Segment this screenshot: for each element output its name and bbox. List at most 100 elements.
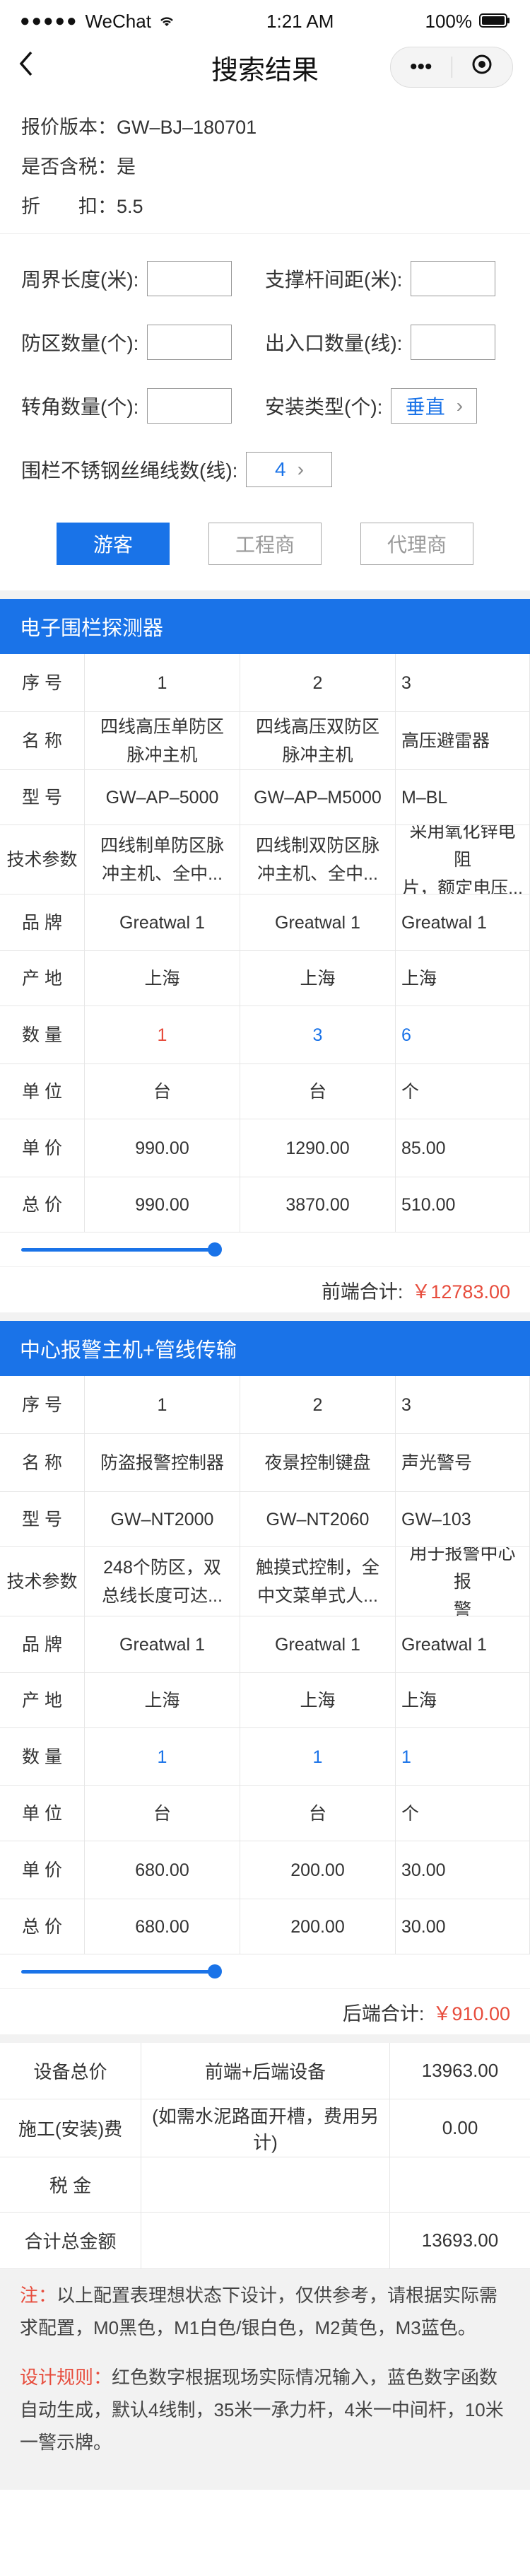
table-cell: 个	[396, 1064, 530, 1119]
agent-button[interactable]: 代理商	[360, 523, 473, 565]
battery-percent: 100%	[425, 10, 473, 32]
back-arrow-icon[interactable]	[17, 49, 34, 86]
table-cell: 上海	[85, 951, 240, 1006]
wires-field: 围栏不锈钢丝绳线数(线): 4 ›	[21, 452, 509, 487]
table-cell: Greatwal 1	[85, 1616, 240, 1673]
row-label: 产 地	[0, 951, 85, 1006]
note: 注：以上配置表理想状态下设计，仅供参考，请根据实际需求配置，M0黑色，M1白色/…	[20, 2279, 510, 2344]
note-text: 以上配置表理想状态下设计，仅供参考，请根据实际需求配置，M0黑色，M1白色/银白…	[20, 2285, 498, 2338]
table-cell: 四线制单防区脉 冲主机、全中...	[85, 825, 240, 894]
corners-label: 转角数量(个):	[21, 396, 139, 418]
parameter-form: 周界长度(米): 支撑杆间距(米): 防区数量(个): 出入口数量(线): 转角…	[0, 234, 530, 501]
table-cell[interactable]: 6	[396, 1006, 530, 1064]
scrollbar-thumb[interactable]	[208, 1242, 222, 1257]
pole-label: 支撑杆间距(米):	[265, 269, 403, 291]
table-cell: 200.00	[240, 1899, 396, 1954]
scrollbar-track	[21, 1248, 216, 1252]
table-cell: 四线制双防区脉 冲主机、全中...	[240, 825, 396, 894]
signal-icon: ●●●●●	[20, 11, 78, 30]
table-cell: 3	[396, 1376, 530, 1434]
zones-input[interactable]	[147, 325, 232, 360]
row-label: 单 价	[0, 1119, 85, 1177]
pole-spacing-input[interactable]	[411, 261, 496, 296]
table-cell: Greatwal 1	[240, 1616, 396, 1673]
totals-value: 13963.00	[390, 2043, 530, 2099]
install-type-value: 垂直	[405, 396, 445, 418]
table-cell: 3	[396, 654, 530, 712]
engineer-button[interactable]: 工程商	[208, 523, 322, 565]
totals-value	[390, 2157, 530, 2213]
row-label: 品 牌	[0, 1616, 85, 1673]
row-label: 型 号	[0, 770, 85, 825]
row-label: 数 量	[0, 1006, 85, 1064]
scrollbar-thumb[interactable]	[208, 1964, 222, 1978]
table-cell[interactable]: 1	[85, 1728, 240, 1786]
perimeter-label: 周界长度(米):	[21, 269, 139, 291]
row-label: 序 号	[0, 654, 85, 712]
table-cell: Greatwal 1	[396, 894, 530, 951]
page-title: 搜索结果	[211, 55, 319, 86]
form-row: 周界长度(米): 支撑杆间距(米):	[21, 247, 509, 310]
totals-label: 施工(安装)费	[0, 2099, 141, 2157]
tax-label: 是否含税：	[21, 156, 117, 177]
table-cell: 触摸式控制，全 中文菜单式人...	[240, 1547, 396, 1616]
table-cell: 台	[85, 1064, 240, 1119]
totals-table: 设备总价 前端+后端设备 13963.00 施工(安装)费 (如需水泥路面开槽，费用另计…	[0, 2043, 530, 2269]
table-cell: 990.00	[85, 1119, 240, 1177]
table-cell: 四线高压单防区 脉冲主机	[85, 712, 240, 770]
more-icon[interactable]: •••	[391, 55, 452, 79]
quote-info: 报价版本：GW–BJ–180701 是否含税：是 折 扣：5.5	[0, 92, 530, 233]
wifi-icon	[158, 11, 175, 33]
table-cell: 上海	[396, 951, 530, 1006]
row-label: 名 称	[0, 712, 85, 770]
corners-input[interactable]	[147, 388, 232, 424]
row-label: 产 地	[0, 1673, 85, 1728]
carrier: WeChat	[85, 10, 151, 32]
pole-field: 支撑杆间距(米):	[265, 261, 509, 296]
table-cell: 30.00	[396, 1899, 530, 1954]
perimeter-input[interactable]	[147, 261, 232, 296]
subtotal-amount: ￥12783.00	[411, 1281, 510, 1302]
table-cell[interactable]: 1	[85, 1006, 240, 1064]
horizontal-scrollbar[interactable]	[0, 1954, 530, 1988]
close-circle-icon[interactable]	[452, 54, 513, 81]
status-bar: ●●●●● WeChat 1:21 AM 100%	[0, 0, 530, 42]
tourist-button[interactable]: 游客	[57, 523, 170, 565]
corners-field: 转角数量(个):	[21, 388, 265, 424]
horizontal-scrollbar[interactable]	[0, 1232, 530, 1266]
install-label: 安装类型(个):	[265, 396, 383, 418]
row-label: 数 量	[0, 1728, 85, 1786]
gates-field: 出入口数量(线):	[265, 325, 509, 360]
totals-value: 0.00	[390, 2099, 530, 2157]
notes-panel: 注：以上配置表理想状态下设计，仅供参考，请根据实际需求配置，M0黑色，M1白色/…	[0, 2269, 530, 2490]
tax-row: 是否含税：是	[21, 147, 509, 187]
subtotal-label: 后端合计:	[342, 2003, 425, 2024]
tax-value: 是	[117, 156, 136, 177]
table-cell[interactable]: 3	[240, 1006, 396, 1064]
gates-input[interactable]	[411, 325, 496, 360]
table-cell: 声光警号	[396, 1434, 530, 1492]
discount-row: 折 扣：5.5	[21, 187, 509, 226]
gates-label: 出入口数量(线):	[265, 332, 403, 354]
section-gap	[0, 590, 530, 599]
table-cell: 个	[396, 1786, 530, 1841]
table-cell: Greatwal 1	[240, 894, 396, 951]
table-cell: 防盗报警控制器	[85, 1434, 240, 1492]
install-type-select[interactable]: 垂直 ›	[391, 388, 478, 424]
scrollbar-track	[21, 1970, 216, 1974]
version-value: GW–BJ–180701	[117, 117, 257, 138]
wires-select[interactable]: 4 ›	[246, 452, 333, 487]
table-cell[interactable]: 1	[240, 1728, 396, 1786]
table-cell: GW–AP–M5000	[240, 770, 396, 825]
status-right: 100%	[425, 11, 511, 33]
table-cell: 680.00	[85, 1841, 240, 1899]
row-label: 品 牌	[0, 894, 85, 951]
table-cell: GW–103	[396, 1492, 530, 1547]
table-cell: 上海	[85, 1673, 240, 1728]
install-field: 安装类型(个): 垂直 ›	[265, 388, 509, 424]
row-label: 技术参数	[0, 825, 85, 894]
section-header: 电子围栏探测器	[0, 599, 530, 654]
table-cell: 510.00	[396, 1177, 530, 1232]
table-cell[interactable]: 1	[396, 1728, 530, 1786]
row-label: 技术参数	[0, 1547, 85, 1616]
